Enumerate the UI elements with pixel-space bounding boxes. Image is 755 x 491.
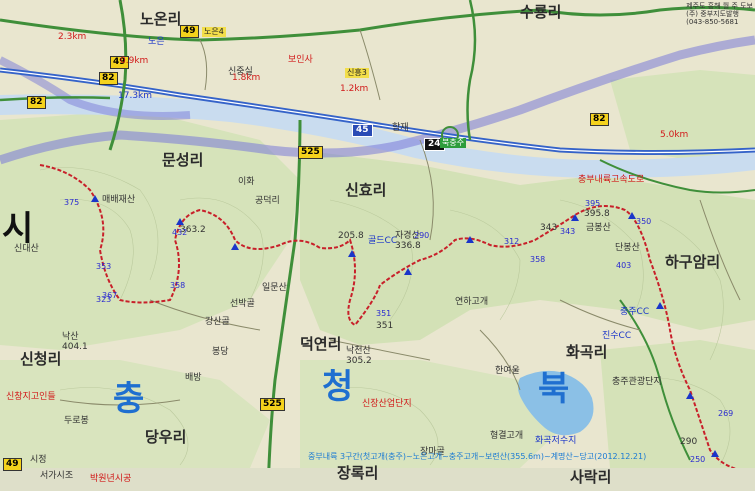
village-deokyeon: 덕연리 — [300, 335, 342, 353]
trail-elev: 358 — [170, 281, 186, 290]
label-sijo: 서가시조 — [40, 471, 74, 481]
region-text-chung: 충 — [113, 379, 145, 419]
village-dangu: 당우리 — [145, 428, 187, 446]
route-shield-49: 49 — [180, 25, 199, 38]
label-hyeongyeol: 형결고개 — [490, 431, 524, 441]
label-maebaejae: 매배재산 — [102, 195, 136, 205]
label-bongdang: 봉당 — [212, 347, 229, 357]
label-hanyeo: 한여울 — [495, 366, 520, 376]
label-h290: 290 — [680, 437, 698, 447]
village-jangrok: 장록리 — [337, 464, 379, 482]
label-gongdeok: 공덕리 — [255, 196, 280, 206]
trail-elev: 343 — [560, 227, 576, 236]
label-nongin4: 노은4 — [202, 27, 226, 37]
label-danbong: 단봉산 — [615, 243, 640, 253]
label-jinsu: 진수CC — [602, 331, 632, 341]
trail-elev: 432 — [172, 228, 188, 237]
village-hagueam: 하구암리 — [665, 253, 721, 271]
trail-elev: 353 — [96, 262, 112, 271]
label-duro: 두로봉 — [64, 416, 89, 426]
trail-elev: 312 — [504, 237, 520, 246]
trail-elev: 290 — [414, 231, 430, 240]
route-shield-49: 49 — [3, 458, 22, 471]
trail-elev: 351 — [376, 309, 392, 318]
route-shield-525: 525 — [298, 146, 323, 159]
label-golden: 골드CC — [368, 236, 398, 246]
trail-elev: 403 — [616, 261, 632, 270]
label-naksan-h: 404.1 — [62, 342, 88, 352]
expressway-badge: 45 — [352, 124, 373, 137]
label-naksan: 낙산 — [62, 332, 79, 342]
village-munseong: 문성리 — [162, 151, 204, 169]
label-chungju-cc: 충주CC — [620, 307, 650, 317]
label-yeonha: 연하고개 — [455, 297, 489, 307]
distance-1-8: 1.8km — [232, 73, 261, 83]
route-shield-82: 82 — [27, 96, 46, 109]
label-h205: 205.8 — [338, 231, 364, 241]
distance-0-9: 0.9km — [120, 56, 149, 66]
trail-elev: 350 — [636, 217, 652, 226]
village-sinhyo: 신효리 — [345, 181, 387, 199]
ic-label: 북충주 — [440, 138, 467, 148]
region-text-si: 시 — [2, 209, 34, 249]
label-sinheung3: 신흥3 — [345, 68, 369, 78]
label-nakcheon-h: 305.2 — [346, 356, 372, 366]
route-shield-82: 82 — [99, 72, 118, 85]
distance-5-0: 5.0km — [660, 130, 689, 140]
label-chungju-gwan: 충주관광단지 — [612, 377, 662, 387]
label-jagyeong-h: 336.8 — [395, 241, 421, 251]
distance-17-3: 17.3km — [118, 91, 153, 101]
route-shield-82: 82 — [590, 113, 609, 126]
label-ihwa: 이화 — [238, 177, 255, 187]
label-sinjang: 신장산업단지 — [362, 399, 412, 409]
credit-line-1: 제주도 흥해 월 주 도보 — [686, 2, 753, 10]
trail-elev: 375 — [64, 198, 80, 207]
label-baebang: 배방 — [185, 373, 202, 383]
label-h395: 395.8 — [584, 209, 610, 219]
label-bottom-left: 박원년시공 — [90, 474, 132, 484]
village-sincheong: 신청리 — [20, 350, 62, 368]
village-hwagok: 화곡리 — [566, 343, 608, 361]
label-chungbuk: 충부내륙고속도로 — [578, 175, 645, 185]
label-nongin: 노은 — [148, 37, 165, 47]
credit-line-3: (043-850-5681 — [686, 18, 739, 27]
label-sijeong: 시정 — [30, 455, 47, 465]
credit-line-2: (주) 중부지도발행 — [686, 10, 739, 19]
label-nakcheon: 낙천산 — [346, 346, 371, 356]
label-geumbong: 금봉산 — [586, 223, 611, 233]
label-boinsa: 보인사 — [288, 55, 313, 65]
trail-elev: 358 — [530, 255, 546, 264]
label-h351: 351 — [376, 321, 394, 331]
region-text-buk: 북 — [538, 369, 570, 409]
village-sarak: 사락리 — [570, 468, 612, 486]
distance-2-3: 2.3km — [58, 32, 87, 42]
village-suryong: 수룡리 — [520, 3, 562, 21]
label-ilmunsan: 일문산 — [262, 283, 287, 293]
trail-elev: 395 — [585, 199, 601, 208]
village-nodong: 노온리 — [140, 10, 182, 28]
label-h343: 343 — [540, 223, 558, 233]
trail-elev: 367 — [102, 291, 118, 300]
label-seonbakgol: 선박골 — [230, 299, 255, 309]
trail-elev: 250 — [690, 455, 706, 464]
route-caption: 중부내륙 3구간(첫고개(충주)~노은고개~충주고개~보련산(355.6m)~계… — [308, 452, 647, 461]
label-sindaesan: 신대산 — [14, 244, 39, 254]
region-text-cheong: 청 — [322, 367, 354, 407]
map-credit: 제주도 흥해 월 주 도보 (주) 중부지도발행 (043-850-5681 — [686, 2, 753, 26]
label-hamjae: 함재 — [392, 123, 409, 133]
distance-1-2: 1.2km — [340, 84, 369, 94]
route-shield-525: 525 — [260, 398, 285, 411]
trail-map: 제주도 흥해 월 주 도보 (주) 중부지도발행 (043-850-5681 시… — [0, 0, 755, 491]
label-kangsan: 강산골 — [205, 317, 230, 327]
label-hwagok-d: 화곡저수지 — [535, 436, 577, 446]
trail-elev: 269 — [718, 409, 734, 418]
label-sangchang: 신창지고인들 — [6, 392, 56, 402]
